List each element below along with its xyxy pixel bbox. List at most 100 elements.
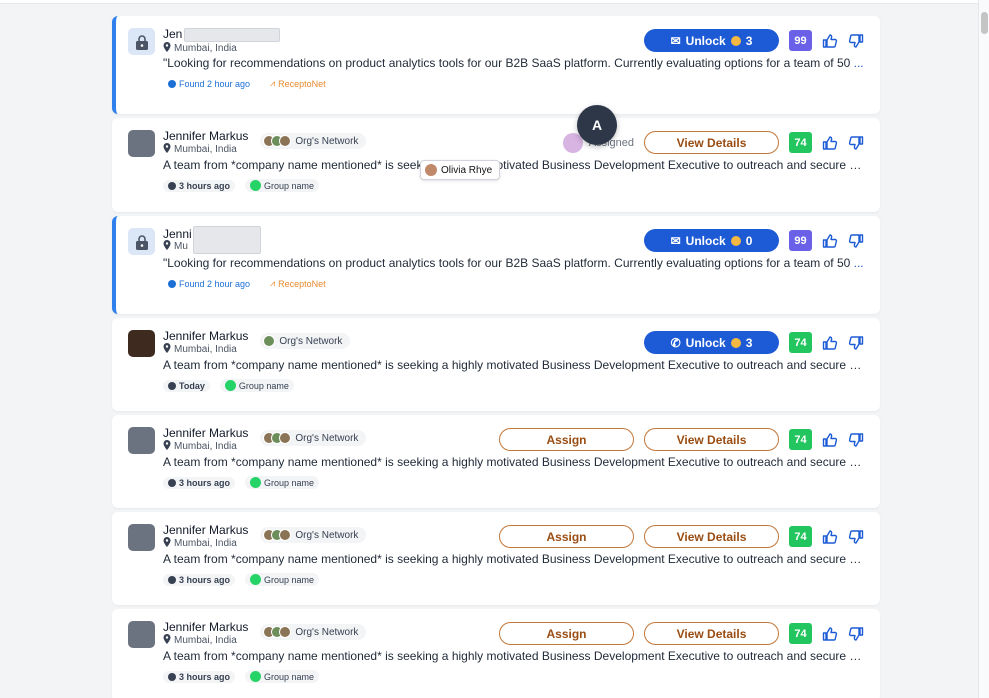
clock-icon (168, 279, 176, 288)
thumbs-up-icon[interactable] (822, 33, 838, 49)
lead-location: Mumbai, India (163, 42, 280, 56)
view-details-button[interactable]: View Details (644, 428, 779, 451)
thumbs-down-icon[interactable] (848, 529, 864, 545)
unlock-button[interactable]: ✉ Unlock 0 (644, 229, 779, 252)
lead-card[interactable]: Jennifer Markus Mumbai, India Org's Netw… (112, 415, 880, 508)
location-pin-icon (163, 634, 171, 648)
assignee-avatar (425, 164, 437, 176)
network-chip: Org's Network (260, 624, 367, 640)
network-chip: Org's Network (260, 527, 367, 543)
whatsapp-icon (250, 671, 262, 682)
thumbs-up-icon[interactable] (822, 335, 838, 351)
network-chip: Org's Network (260, 133, 367, 149)
top-border (0, 0, 978, 4)
assign-button[interactable]: Assign (499, 428, 634, 451)
thumbs-up-icon[interactable] (822, 233, 838, 249)
whatsapp-icon (250, 180, 262, 191)
lead-card[interactable]: Jennifer Markus Mumbai, India Org's Netw… (112, 609, 880, 698)
clock-icon (168, 672, 176, 681)
clock-icon (168, 181, 176, 190)
group-tag: Group name (219, 379, 294, 392)
unlock-button[interactable]: ✆ Unlock 3 (644, 331, 779, 354)
lead-card[interactable]: Jennifer Markus Mumbai, India Org's Netw… (112, 318, 880, 411)
thumbs-up-icon[interactable] (822, 529, 838, 545)
relevance-score: 74 (789, 132, 812, 153)
avatar (128, 427, 155, 454)
thumbs-up-icon[interactable] (822, 626, 838, 642)
lead-message: A team from *company name mentioned* is … (163, 158, 865, 172)
assign-button[interactable]: Assign (499, 525, 634, 548)
group-tag: Group name (245, 573, 320, 586)
lock-icon (128, 228, 155, 255)
lead-location: Mumbai, India (163, 143, 248, 157)
group-tag: Group name (245, 670, 320, 683)
thumbs-down-icon[interactable] (848, 626, 864, 642)
mail-icon: ✉ (670, 33, 681, 48)
source-tag: ⩘ ReceptoNet (270, 78, 326, 89)
avatar (128, 130, 155, 157)
network-chip: Org's Network (260, 333, 351, 349)
relevance-score: 99 (789, 230, 812, 251)
coin-icon (730, 235, 741, 246)
whatsapp-icon (250, 477, 262, 488)
location-pin-icon (163, 537, 171, 551)
source-tag: ⩘ ReceptoNet (270, 278, 326, 289)
group-tag: Group name (245, 179, 320, 192)
view-details-button[interactable]: View Details (644, 622, 779, 645)
lead-name: Jennifer Markus (163, 129, 249, 143)
thumbs-up-icon[interactable] (822, 135, 838, 151)
network-avatars-icon (263, 626, 292, 638)
scrollbar[interactable] (978, 0, 989, 698)
avatar (128, 524, 155, 551)
group-tag: Group name (245, 476, 320, 489)
whatsapp-icon (250, 574, 262, 585)
thumbs-up-icon[interactable] (822, 432, 838, 448)
thumbs-down-icon[interactable] (848, 335, 864, 351)
phone-icon: ✆ (670, 335, 681, 350)
lead-card[interactable]: Jenni Mu ✉ Unlock 0 99 "Looking for reco… (112, 216, 880, 314)
network-avatars-icon (263, 335, 276, 347)
coin-icon (730, 337, 741, 348)
thumbs-down-icon[interactable] (848, 135, 864, 151)
network-chip: Org's Network (260, 430, 367, 446)
network-avatars-icon (263, 135, 292, 147)
location-pin-icon (163, 143, 171, 157)
lead-message: A team from *company name mentioned* is … (163, 552, 865, 566)
relevance-score: 74 (789, 332, 812, 353)
lead-card[interactable]: Jennifer Markus Mumbai, India Org's Netw… (112, 512, 880, 605)
time-tag: 3 hours ago (163, 179, 236, 192)
found-tag: Found 2 hour ago (163, 78, 255, 90)
view-details-button[interactable]: View Details (644, 131, 779, 154)
receptonet-icon: ⩘ (270, 278, 276, 288)
assign-button[interactable]: Assign (499, 622, 634, 645)
lock-icon (128, 28, 155, 55)
thumbs-down-icon[interactable] (848, 432, 864, 448)
lead-name: Jennifer Markus (163, 329, 249, 343)
lead-name: Jennifer Markus (163, 620, 249, 634)
time-tag: Today (163, 379, 210, 392)
relevance-score: 99 (789, 30, 812, 51)
thumbs-down-icon[interactable] (848, 33, 864, 49)
relevance-score: 74 (789, 429, 812, 450)
clock-icon (168, 381, 176, 390)
time-tag: 3 hours ago (163, 670, 236, 683)
thumbs-down-icon[interactable] (848, 233, 864, 249)
lead-card[interactable]: Jen Mumbai, India ✉ Unlock 3 99 "Looking… (112, 16, 880, 114)
scrollbar-thumb[interactable] (981, 12, 988, 34)
lead-message: "Looking for recommendations on product … (163, 56, 864, 70)
view-details-button[interactable]: View Details (644, 525, 779, 548)
lead-name: Jen (163, 28, 281, 42)
assignee-tooltip: Olivia Rhye (420, 160, 501, 180)
lead-message: A team from *company name mentioned* is … (163, 358, 865, 372)
mail-icon: ✉ (670, 233, 681, 248)
network-avatars-icon (263, 529, 292, 541)
relevance-score: 74 (789, 526, 812, 547)
location-pin-icon (163, 440, 171, 454)
relevance-score: 74 (789, 623, 812, 644)
location-pin-icon (163, 343, 171, 357)
unlock-button[interactable]: ✉ Unlock 3 (644, 29, 779, 52)
clock-icon (168, 575, 176, 584)
receptonet-icon: ⩘ (270, 78, 276, 88)
assignee-badge[interactable]: A (577, 105, 617, 145)
coin-icon (730, 35, 741, 46)
